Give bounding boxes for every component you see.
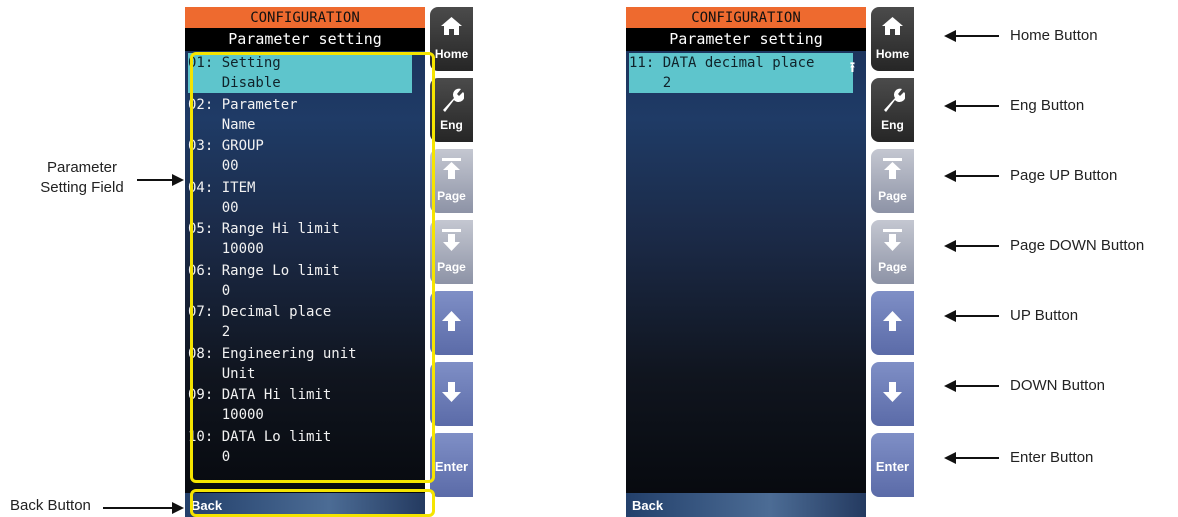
page-down-label: Page — [878, 260, 907, 274]
up-arrow-icon — [883, 311, 902, 331]
home-icon — [441, 17, 462, 35]
up-button-annotation-arrow — [955, 315, 999, 317]
page-up-button[interactable]: Page — [871, 149, 914, 213]
up-arrow-icon — [442, 311, 461, 331]
home-button-annotation: Home Button — [1010, 27, 1098, 44]
page-up-button-annotation: Page UP Button — [1010, 167, 1118, 184]
parameter-field-highlight — [190, 52, 435, 483]
back-button-annotation: Back Button — [10, 497, 91, 514]
up-button[interactable] — [430, 291, 473, 355]
back-button[interactable]: Back — [626, 493, 866, 517]
home-button[interactable]: Home — [871, 7, 914, 71]
enter-button[interactable]: Enter — [871, 433, 914, 497]
eng-label: Eng — [440, 118, 463, 132]
scroll-top-icon: ⭱ — [850, 59, 855, 75]
down-button-annotation: DOWN Button — [1010, 377, 1106, 394]
page-down-button-annotation: Page DOWN Button — [1010, 237, 1145, 254]
page-up-button-annotation-arrow — [955, 175, 999, 177]
eng-button[interactable]: Eng — [871, 78, 914, 142]
enter-label: Enter — [434, 459, 469, 474]
down-arrow-icon — [883, 382, 902, 402]
wrench-icon — [884, 88, 905, 112]
up-button[interactable] — [871, 291, 914, 355]
down-button[interactable] — [430, 362, 473, 426]
eng-label: Eng — [881, 118, 904, 132]
parameter-field-annotation: Parameter Setting Field — [22, 158, 142, 198]
home-label: Home — [434, 47, 469, 61]
enter-button-annotation: Enter Button — [1010, 449, 1094, 466]
right-device-screen: CONFIGURATION Parameter setting 11: DATA… — [626, 7, 914, 517]
page-up-icon — [883, 158, 902, 179]
enter-button-annotation-arrow — [955, 457, 999, 459]
page-down-icon — [883, 229, 902, 251]
page-down-icon — [442, 229, 461, 251]
page-down-button-annotation-arrow — [955, 245, 999, 247]
parameter-field-arrow — [137, 179, 173, 181]
parameter-value: 2 — [629, 75, 672, 91]
page-up-icon — [442, 158, 461, 179]
page-down-label: Page — [437, 260, 466, 274]
screen-title: CONFIGURATION — [185, 7, 425, 28]
down-button[interactable] — [871, 362, 914, 426]
parameter-row[interactable]: 11: DATA decimal place 2 — [629, 53, 853, 93]
screen-title: CONFIGURATION — [626, 7, 866, 28]
eng-button-annotation: Eng Button — [1010, 97, 1085, 114]
page-up-label: Page — [437, 189, 466, 203]
lcd-display: CONFIGURATION Parameter setting 11: DATA… — [626, 7, 866, 517]
enter-button[interactable]: Enter — [430, 433, 473, 497]
back-button-highlight — [190, 489, 435, 517]
eng-button-annotation-arrow — [955, 105, 999, 107]
home-button-annotation-arrow — [955, 35, 999, 37]
wrench-icon — [443, 88, 464, 112]
parameter-field-arrowhead — [172, 174, 184, 186]
down-button-annotation-arrow — [955, 385, 999, 387]
page-up-button[interactable]: Page — [430, 149, 473, 213]
home-button[interactable]: Home — [430, 7, 473, 71]
parameter-name: 11: DATA decimal place — [629, 55, 815, 71]
back-button-arrow — [103, 507, 173, 509]
screen-subtitle: Parameter setting — [185, 28, 425, 51]
back-button-arrowhead — [172, 502, 184, 514]
enter-label: Enter — [875, 459, 910, 474]
annotation-line-2: Setting Field — [40, 179, 124, 196]
home-icon — [882, 17, 903, 35]
up-button-annotation: UP Button — [1010, 307, 1079, 324]
down-arrow-icon — [442, 382, 461, 402]
eng-button[interactable]: Eng — [430, 78, 473, 142]
home-label: Home — [875, 47, 910, 61]
screen-subtitle: Parameter setting — [626, 28, 866, 51]
page-down-button[interactable]: Page — [871, 220, 914, 284]
page-down-button[interactable]: Page — [430, 220, 473, 284]
page-up-label: Page — [878, 189, 907, 203]
annotation-line-1: Parameter — [46, 159, 118, 176]
